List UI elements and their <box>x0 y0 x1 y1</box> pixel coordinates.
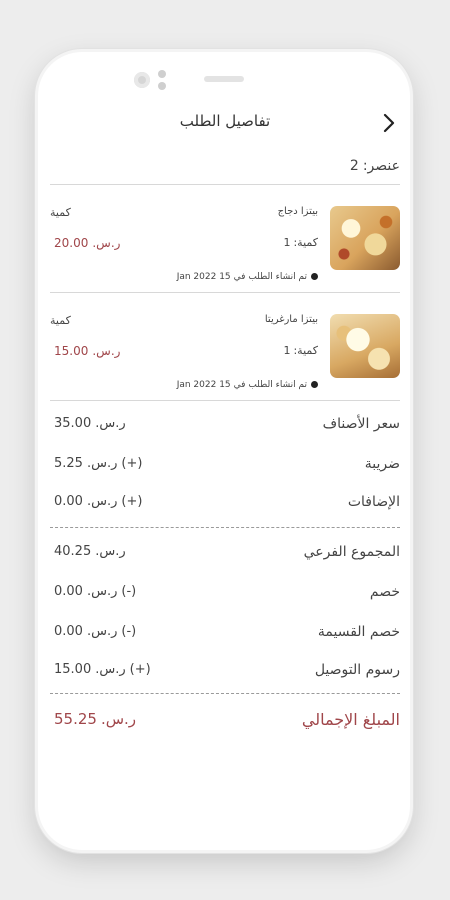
delivery-fee-row: رسوم التوصيل (+)ر.س.15.00 <box>50 662 400 686</box>
dashed-divider <box>50 693 400 694</box>
currency: ر.س. <box>100 710 137 728</box>
quantity-label: كمية: <box>293 344 318 357</box>
divider <box>50 292 400 293</box>
created-date: 15 Jan 2022 <box>176 272 231 282</box>
currency: ر.س. <box>86 624 118 639</box>
sign: (+) <box>121 494 143 509</box>
tax-label: ضريبة <box>364 456 400 472</box>
sign: (-) <box>121 624 137 639</box>
sensor-dot <box>158 70 166 78</box>
divider <box>50 400 400 401</box>
page-title: تفاصيل الطلب <box>179 112 271 130</box>
addons-value: (+)ر.س.0.00 <box>50 494 142 509</box>
order-details-screen: تفاصيل الطلب عنصر:2 بيتزا دجاج كمية كمية… <box>50 104 400 824</box>
item-quantity: كمية:1 <box>280 344 318 357</box>
header: تفاصيل الطلب <box>50 104 400 140</box>
order-item[interactable]: بيتزا مارغريتا كمية كمية:1 ر.س.15.00 تم … <box>50 302 400 402</box>
amount: 0.00 <box>54 624 83 639</box>
created-label: تم انشاء الطلب في <box>233 380 307 390</box>
subtotal-value: ر.س.40.25 <box>50 544 130 559</box>
dot-icon <box>311 381 318 388</box>
items-price-label: سعر الأصناف <box>322 416 400 432</box>
phone-frame: تفاصيل الطلب عنصر:2 بيتزا دجاج كمية كمية… <box>38 52 410 850</box>
item-price: ر.س.20.00 <box>50 236 120 250</box>
dashed-divider <box>50 527 400 528</box>
items-price-row: سعر الأصناف ر.س.35.00 <box>50 416 400 440</box>
discount-label: خصم <box>369 584 400 600</box>
amount: 35.00 <box>54 416 92 431</box>
delivery-fee-value: (+)ر.س.15.00 <box>50 662 151 677</box>
addons-row: الإضافات (+)ر.س.0.00 <box>50 494 400 518</box>
currency: ر.س. <box>95 544 126 559</box>
speaker-grille <box>204 76 244 82</box>
sign: (+) <box>121 456 143 471</box>
amount: 0.00 <box>54 494 83 509</box>
delivery-fee-label: رسوم التوصيل <box>314 662 400 678</box>
subtotal-label: المجموع الفرعي <box>303 544 400 560</box>
items-count-label: عنصر: <box>362 158 400 174</box>
order-item[interactable]: بيتزا دجاج كمية كمية:1 ر.س.20.00 تم انشا… <box>50 194 400 294</box>
items-count-value: 2 <box>349 158 359 174</box>
price-value: 20.00 <box>54 236 89 250</box>
divider <box>50 184 400 185</box>
currency: ر.س. <box>92 236 121 250</box>
created-date: 15 Jan 2022 <box>176 380 231 390</box>
addons-label: الإضافات <box>347 494 400 510</box>
currency: ر.س. <box>86 494 118 509</box>
coupon-discount-row: خصم القسيمة (-)ر.س.0.00 <box>50 624 400 648</box>
sign: (+) <box>129 662 151 677</box>
discount-value: (-)ر.س.0.00 <box>50 584 136 599</box>
amount: 40.25 <box>54 544 92 559</box>
quantity-label: كمية: <box>293 236 318 249</box>
price-value: 15.00 <box>54 344 89 358</box>
currency: ر.س. <box>86 456 118 471</box>
amount: 55.25 <box>54 710 97 728</box>
items-price-value: ر.س.35.00 <box>50 416 130 431</box>
amount: 15.00 <box>54 662 92 677</box>
item-quantity: كمية:1 <box>280 236 318 249</box>
item-price: ر.س.15.00 <box>50 344 120 358</box>
pizza-image <box>330 206 400 270</box>
total-row: المبلغ الإجمالي ر.س.55.25 <box>50 710 400 734</box>
coupon-discount-value: (-)ر.س.0.00 <box>50 624 136 639</box>
total-label: المبلغ الإجمالي <box>301 710 400 729</box>
quantity-header: كمية <box>50 206 71 219</box>
quantity-value: 1 <box>283 236 291 249</box>
item-name: بيتزا دجاج <box>277 206 318 217</box>
total-value: ر.س.55.25 <box>50 710 136 728</box>
dot-icon <box>311 273 318 280</box>
currency: ر.س. <box>95 662 126 677</box>
currency: ر.س. <box>95 416 126 431</box>
sensor-dot <box>158 82 166 90</box>
pizza-image <box>330 314 400 378</box>
created-info: تم انشاء الطلب في15 Jan 2022 <box>174 380 318 390</box>
items-count: عنصر:2 <box>346 158 400 174</box>
coupon-discount-label: خصم القسيمة <box>317 624 400 640</box>
currency: ر.س. <box>92 344 121 358</box>
tax-row: ضريبة (+)ر.س.5.25 <box>50 456 400 480</box>
currency: ر.س. <box>86 584 118 599</box>
amount: 0.00 <box>54 584 83 599</box>
tax-value: (+)ر.س.5.25 <box>50 456 142 471</box>
subtotal-row: المجموع الفرعي ر.س.40.25 <box>50 544 400 568</box>
created-info: تم انشاء الطلب في15 Jan 2022 <box>174 272 318 282</box>
sign: (-) <box>121 584 137 599</box>
quantity-value: 1 <box>283 344 291 357</box>
created-label: تم انشاء الطلب في <box>233 272 307 282</box>
item-name: بيتزا مارغريتا <box>264 314 318 325</box>
camera-icon <box>134 72 150 88</box>
quantity-header: كمية <box>50 314 71 327</box>
amount: 5.25 <box>54 456 83 471</box>
discount-row: خصم (-)ر.س.0.00 <box>50 584 400 608</box>
